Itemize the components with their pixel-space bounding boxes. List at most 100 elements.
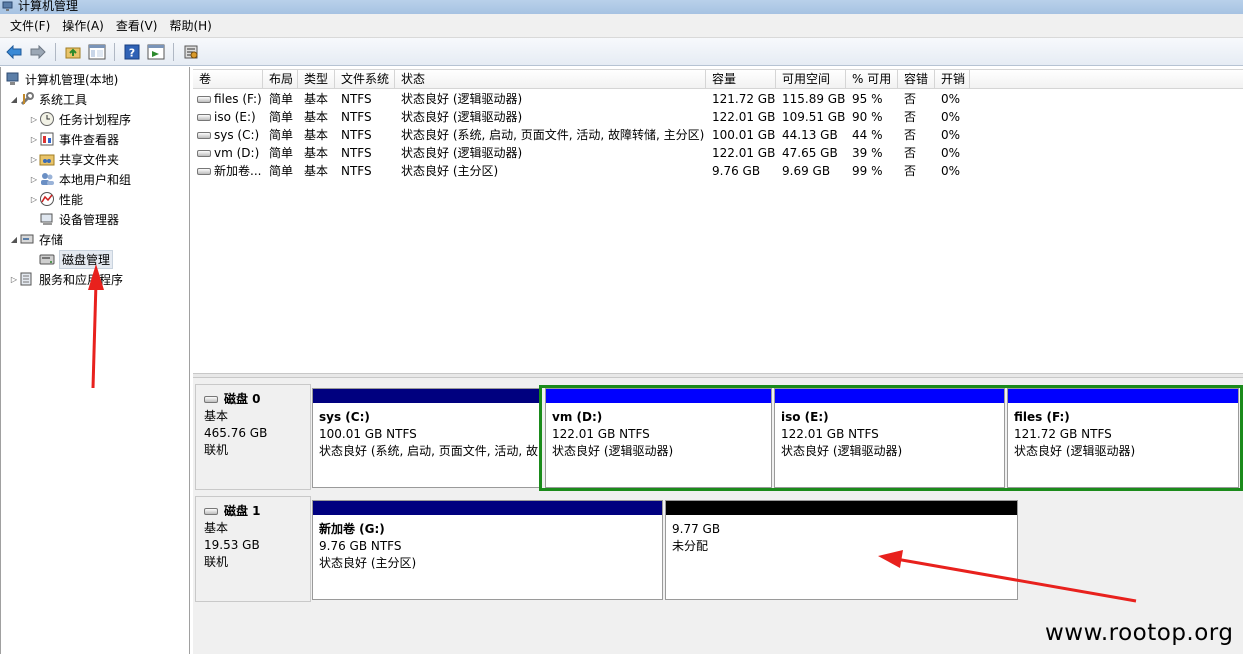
tree-label: 性能 <box>59 192 84 207</box>
disk-management-pane: 卷 布局 类型 文件系统 状态 容量 可用空间 % 可用 容错 开销 files… <box>193 67 1243 654</box>
partition-e[interactable]: iso (E:) 122.01 GB NTFS 状态良好 (逻辑驱动器) <box>774 388 1005 488</box>
cell-filesystem: NTFS <box>341 128 372 142</box>
cell-free-space: 115.89 GB <box>782 92 846 106</box>
column-header-capacity[interactable]: 容量 <box>706 70 776 89</box>
column-header-overhead[interactable]: 开销 <box>935 70 970 89</box>
title-bar: 计算机管理 <box>0 0 1243 14</box>
expanded-arrow-icon[interactable]: ◢ <box>9 95 19 104</box>
tree-item-local-users[interactable]: ▷ 本地用户和组 <box>29 169 131 189</box>
collapsed-arrow-icon[interactable]: ▷ <box>29 135 39 144</box>
cell-volume: 新加卷... <box>193 162 263 180</box>
menu-help[interactable]: 帮助(H) <box>163 17 217 34</box>
shared-folder-icon <box>39 154 55 166</box>
disk-settings-icon[interactable] <box>181 42 201 62</box>
partition-name: 新加卷 (G:) <box>319 522 385 536</box>
partition-size: 100.01 GB NTFS <box>319 427 417 441</box>
volume-name: vm (D:) <box>214 146 260 160</box>
show-hide-tree-icon[interactable] <box>87 42 107 62</box>
disk-1-label[interactable]: 磁盘 1 基本 19.53 GB 联机 <box>195 496 311 602</box>
table-row[interactable]: iso (E:) 简单 基本 NTFS 状态良好 (逻辑驱动器) 122.01 GB 109… <box>193 108 1243 126</box>
column-header-fault-tolerance[interactable]: 容错 <box>898 70 935 89</box>
menu-view[interactable]: 查看(V) <box>110 17 164 34</box>
up-folder-icon[interactable] <box>63 42 83 62</box>
tree-label: 设备管理器 <box>59 212 120 227</box>
menu-file[interactable]: 文件(F) <box>4 17 56 34</box>
tree-item-event-viewer[interactable]: ▷ 事件查看器 <box>29 129 119 149</box>
partition-g[interactable]: 新加卷 (G:) 9.76 GB NTFS 状态良好 (主分区) <box>312 500 663 600</box>
partition-name: vm (D:) <box>552 410 603 424</box>
collapsed-arrow-icon[interactable]: ▷ <box>29 175 39 184</box>
disk-size: 465.76 GB <box>204 426 268 440</box>
table-row[interactable]: sys (C:) 简单 基本 NTFS 状态良好 (系统, 启动, 页面文件, 活动, … <box>193 126 1243 144</box>
expanded-arrow-icon[interactable]: ◢ <box>9 235 19 244</box>
collapsed-arrow-icon[interactable]: ▷ <box>29 155 39 164</box>
forward-icon[interactable] <box>28 42 48 62</box>
cell-overhead: 0% <box>941 128 961 142</box>
tree-label: 计算机管理(本地) <box>25 72 119 87</box>
partition-c[interactable]: sys (C:) 100.01 GB NTFS 状态良好 (系统, 启动, 页面… <box>312 388 541 488</box>
tree-item-services[interactable]: ▷ 服务和应用程序 <box>9 269 123 289</box>
volume-table-header: 卷 布局 类型 文件系统 状态 容量 可用空间 % 可用 容错 开销 <box>193 69 1243 89</box>
disk-type: 基本 <box>204 521 229 535</box>
volume-name: iso (E:) <box>214 110 256 124</box>
toolbar-separator <box>114 42 115 61</box>
properties-icon[interactable] <box>146 42 166 62</box>
cell-percent-free: 99 % <box>852 164 883 178</box>
cell-capacity: 122.01 GB <box>712 110 776 124</box>
cell-fault-tolerance: 否 <box>904 110 917 124</box>
primary-partition-bar <box>313 501 662 515</box>
column-header-layout[interactable]: 布局 <box>263 70 298 89</box>
collapsed-arrow-icon[interactable]: ▷ <box>9 275 19 284</box>
unallocated-bar <box>666 501 1017 515</box>
tree-item-system-tools[interactable]: ◢ 系统工具 <box>9 89 87 109</box>
partition-status: 状态良好 (逻辑驱动器) <box>552 444 674 458</box>
partition-status: 状态良好 (系统, 启动, 页面文件, 活动, 故 <box>319 444 538 458</box>
collapsed-arrow-icon[interactable]: ▷ <box>29 195 39 204</box>
toolbar: ? <box>0 38 1243 66</box>
column-header-free-space[interactable]: 可用空间 <box>776 70 846 89</box>
disk-status: 联机 <box>204 443 229 457</box>
tree-item-task-scheduler[interactable]: ▷ 任务计划程序 <box>29 109 131 129</box>
disk-status: 联机 <box>204 555 229 569</box>
menu-bar: 文件(F) 操作(A) 查看(V) 帮助(H) <box>0 14 1243 38</box>
tree-item-computer-management[interactable]: 计算机管理(本地) <box>5 69 118 89</box>
disk-icon <box>204 396 218 403</box>
help-icon[interactable]: ? <box>122 42 142 62</box>
table-row[interactable]: 新加卷... 简单 基本 NTFS 状态良好 (主分区) 9.76 GB 9.69 GB 99… <box>193 162 1243 180</box>
column-header-type[interactable]: 类型 <box>298 70 335 89</box>
cell-status: 状态良好 (系统, 启动, 页面文件, 活动, 故障转储, 主分区) <box>401 128 705 142</box>
tree-item-performance[interactable]: ▷ 性能 <box>29 189 83 209</box>
partition-d[interactable]: vm (D:) 122.01 GB NTFS 状态良好 (逻辑驱动器) <box>545 388 772 488</box>
disk-0-label[interactable]: 磁盘 0 基本 465.76 GB 联机 <box>195 384 311 490</box>
menu-action[interactable]: 操作(A) <box>56 17 110 34</box>
partition-size: 9.76 GB NTFS <box>319 539 402 553</box>
collapsed-arrow-icon[interactable]: ▷ <box>29 115 39 124</box>
partition-size: 122.01 GB NTFS <box>781 427 879 441</box>
cell-layout: 简单 <box>269 128 294 142</box>
back-icon[interactable] <box>4 42 24 62</box>
cell-volume: vm (D:) <box>193 144 263 162</box>
partition-name: iso (E:) <box>781 410 829 424</box>
table-row[interactable]: files (F:) 简单 基本 NTFS 状态良好 (逻辑驱动器) 121.72 GB 1… <box>193 90 1243 108</box>
tree-item-device-manager[interactable]: 设备管理器 <box>39 209 119 229</box>
column-header-percent-free[interactable]: % 可用 <box>846 70 898 89</box>
tree-item-disk-management[interactable]: 磁盘管理 <box>39 249 114 269</box>
cell-type: 基本 <box>304 128 329 142</box>
column-header-volume[interactable]: 卷 <box>193 70 263 89</box>
watermark: www.rootop.org <box>1045 620 1234 646</box>
partition-status: 状态良好 (主分区) <box>319 556 417 570</box>
cell-status: 状态良好 (逻辑驱动器) <box>401 110 523 124</box>
column-header-status[interactable]: 状态 <box>395 70 706 89</box>
unallocated-space[interactable]: 9.77 GB 未分配 <box>665 500 1018 600</box>
computer-management-icon <box>2 1 13 11</box>
column-header-filesystem[interactable]: 文件系统 <box>335 70 395 89</box>
partition-status: 未分配 <box>672 539 709 553</box>
table-row[interactable]: vm (D:) 简单 基本 NTFS 状态良好 (逻辑驱动器) 122.01 GB 47.6… <box>193 144 1243 162</box>
tree-item-storage[interactable]: ◢ 存储 <box>9 229 63 249</box>
volume-icon <box>197 96 211 103</box>
cell-capacity: 122.01 GB <box>712 146 776 160</box>
tree-item-shared-folders[interactable]: ▷ 共享文件夹 <box>29 149 119 169</box>
cell-status: 状态良好 (主分区) <box>401 164 499 178</box>
partition-f[interactable]: files (F:) 121.72 GB NTFS 状态良好 (逻辑驱动器) <box>1007 388 1239 488</box>
cell-filesystem: NTFS <box>341 164 372 178</box>
